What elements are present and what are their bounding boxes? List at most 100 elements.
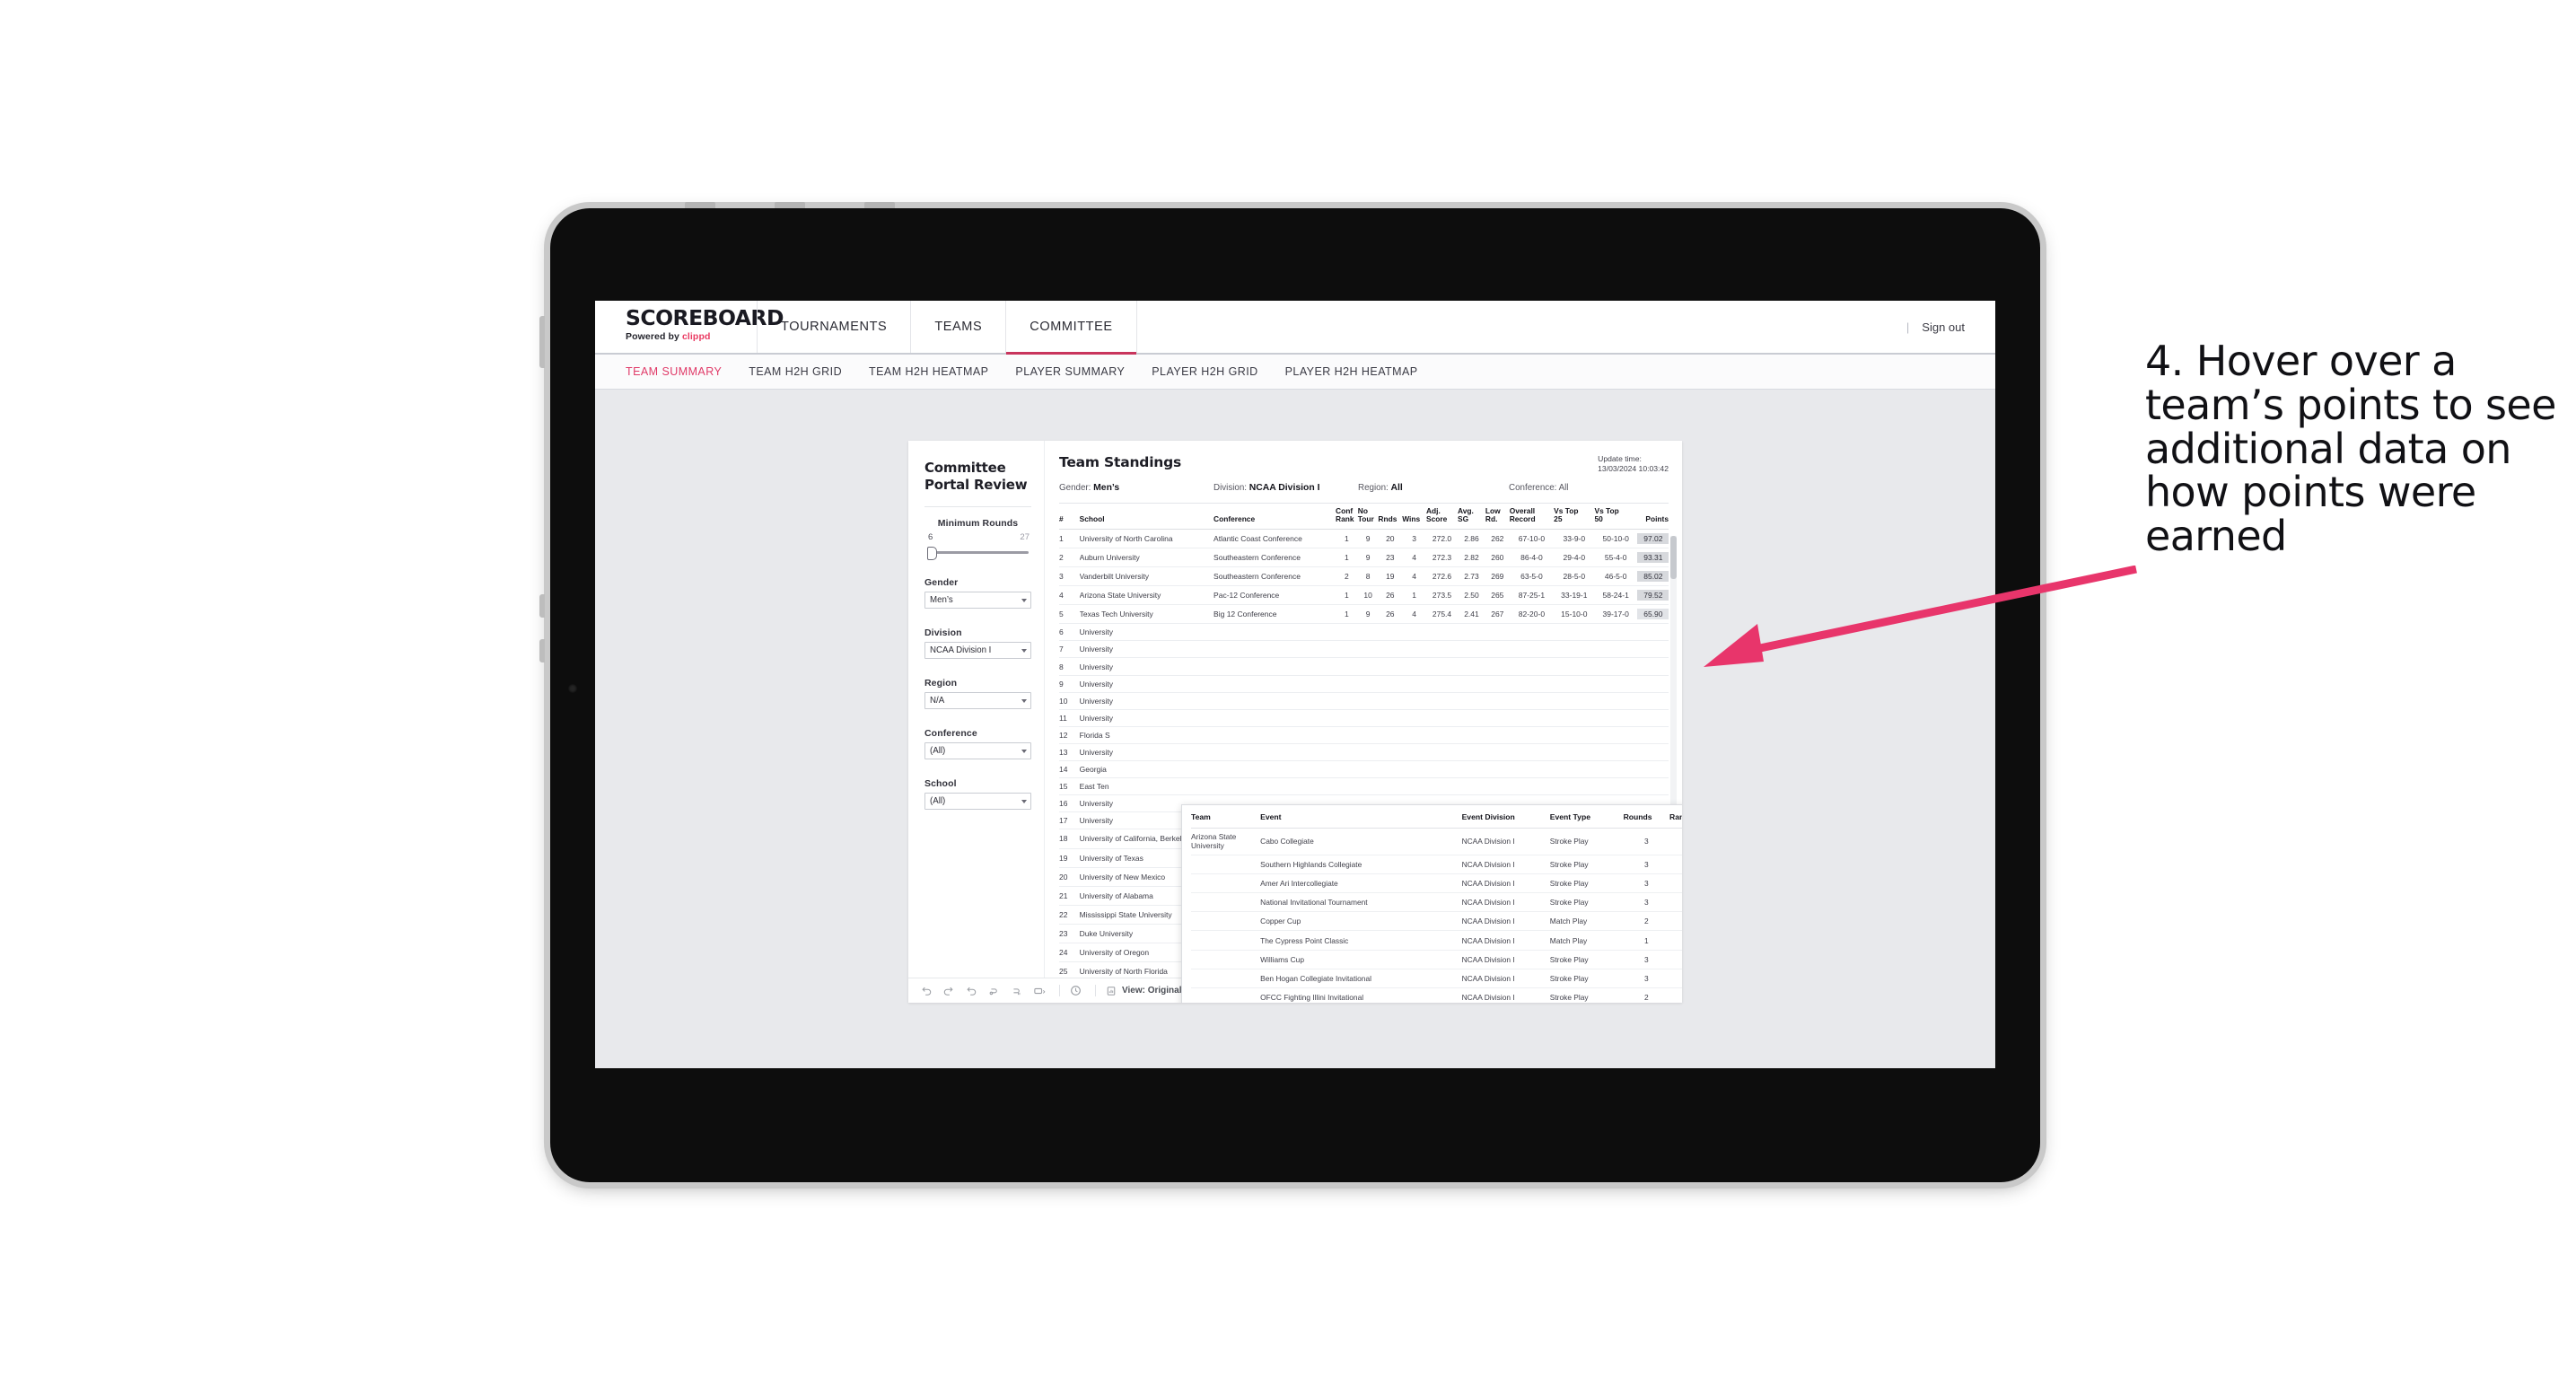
workspace: Committee Portal Review Minimum Rounds 6… xyxy=(595,390,1995,1068)
tooltip-cell-type: Stroke Play xyxy=(1549,855,1624,874)
col-low-rd[interactable]: Low Rd. xyxy=(1485,504,1510,530)
cell-points[interactable] xyxy=(1636,726,1669,744)
cell-rnds xyxy=(1378,675,1403,693)
logo-brand: clippd xyxy=(681,331,711,342)
col-vs-top-25[interactable]: Vs Top 25 xyxy=(1554,504,1595,530)
table-row[interactable]: 3 Vanderbilt University Southeastern Confe… xyxy=(1059,566,1669,587)
tooltip-row: OFCC Fighting Illini Invitational NCAA Di… xyxy=(1191,987,1682,1003)
table-row[interactable]: 14 Georgia xyxy=(1059,760,1669,779)
cell-conf xyxy=(1214,777,1336,796)
cell-wins xyxy=(1402,760,1426,779)
cell-points[interactable]: 85.02 xyxy=(1636,566,1669,587)
col-rank[interactable]: # xyxy=(1059,504,1080,530)
criteria-row: Gender: Men’s Division: NCAA Division I … xyxy=(1059,483,1669,493)
tooltip-cell-division: NCAA Division I xyxy=(1461,892,1550,913)
slider-handle[interactable] xyxy=(927,547,937,560)
cell-points[interactable]: 97.02 xyxy=(1636,529,1669,548)
tooltip-cell-team xyxy=(1191,892,1261,913)
cell-points[interactable] xyxy=(1636,675,1669,693)
table-scrollbar-thumb[interactable] xyxy=(1670,536,1677,579)
cell-points[interactable] xyxy=(1636,777,1669,796)
table-row[interactable]: 6 University xyxy=(1059,623,1669,642)
col-conference[interactable]: Conference xyxy=(1214,504,1336,530)
subtab-team-summary[interactable]: TEAM SUMMARY xyxy=(626,365,722,378)
view-original-button[interactable]: View: Original xyxy=(1106,986,1182,996)
cell-school: University xyxy=(1079,709,1214,727)
app-logo[interactable]: SCOREBOARD Powered by clippd xyxy=(595,301,784,353)
cell-rnds xyxy=(1378,760,1403,779)
cell-points[interactable]: 65.90 xyxy=(1636,604,1669,625)
cell-points[interactable] xyxy=(1636,657,1669,676)
cell-points[interactable] xyxy=(1636,623,1669,642)
division-select[interactable]: NCAA Division I xyxy=(924,642,1031,659)
device-layout-icon[interactable] xyxy=(1033,986,1046,996)
refresh-icon[interactable] xyxy=(988,986,999,996)
cell-points[interactable] xyxy=(1636,709,1669,727)
cell-t25: 33-9-0 xyxy=(1554,529,1595,548)
table-row[interactable]: 9 University xyxy=(1059,675,1669,693)
table-row[interactable]: 12 Florida S xyxy=(1059,726,1669,744)
table-row[interactable]: 15 East Ten xyxy=(1059,777,1669,796)
cell-low xyxy=(1485,760,1510,779)
page-title: Team Standings xyxy=(1059,454,1182,470)
cell-points[interactable]: 93.31 xyxy=(1636,548,1669,568)
col-avg-sg[interactable]: Avg. SG xyxy=(1458,504,1485,530)
region-select[interactable]: N/A xyxy=(924,692,1031,709)
table-row[interactable]: 4 Arizona State University Pac-12 Conferen… xyxy=(1059,585,1669,606)
sign-out-link[interactable]: Sign out xyxy=(1922,320,1965,334)
conference-select[interactable]: (All) xyxy=(924,742,1031,759)
table-row[interactable]: 10 University xyxy=(1059,692,1669,710)
col-rounds[interactable]: Rnds xyxy=(1378,504,1403,530)
cell-points[interactable]: 79.52 xyxy=(1636,585,1669,606)
cell-low xyxy=(1485,623,1510,642)
undo-icon[interactable] xyxy=(921,986,932,996)
standings-header: Team Standings Update time: 13/03/2024 1… xyxy=(1059,454,1669,474)
subtab-player-h2h-heatmap[interactable]: PLAYER H2H HEATMAP xyxy=(1285,365,1418,378)
table-row[interactable]: 2 Auburn University Southeastern Conferenc… xyxy=(1059,548,1669,568)
table-row[interactable]: 8 University xyxy=(1059,657,1669,676)
col-vs-top-50[interactable]: Vs Top 50 xyxy=(1594,504,1637,530)
pause-auto-updates-icon[interactable] xyxy=(1011,986,1021,996)
subtab-player-summary[interactable]: PLAYER SUMMARY xyxy=(1015,365,1125,378)
col-school[interactable]: School xyxy=(1079,504,1214,530)
col-wins[interactable]: Wins xyxy=(1402,504,1426,530)
cell-t25 xyxy=(1554,623,1595,642)
table-row[interactable]: 1 University of North Carolina Atlantic Co… xyxy=(1059,529,1669,548)
redo-icon[interactable] xyxy=(943,986,954,996)
col-overall-record[interactable]: Overall Record xyxy=(1509,504,1555,530)
update-time-label: Update time: xyxy=(1598,454,1642,463)
cell-school: University xyxy=(1079,692,1214,710)
revert-icon[interactable] xyxy=(966,986,977,996)
table-row[interactable]: 13 University xyxy=(1059,743,1669,762)
cell-t50: 55-4-0 xyxy=(1594,548,1637,568)
cell-points[interactable] xyxy=(1636,743,1669,762)
table-row[interactable]: 5 Texas Tech University Big 12 Conference 1… xyxy=(1059,604,1669,625)
subtab-team-h2h-heatmap[interactable]: TEAM H2H HEATMAP xyxy=(869,365,988,378)
cell-adj xyxy=(1425,709,1459,727)
cell-sg: 2.50 xyxy=(1458,585,1485,606)
history-icon[interactable] xyxy=(1070,985,1082,996)
cell-points[interactable] xyxy=(1636,760,1669,779)
col-adj-score[interactable]: Adj. Score xyxy=(1425,504,1459,530)
cell-notour xyxy=(1357,709,1379,727)
conference-label: Conference xyxy=(924,728,977,739)
cell-conf xyxy=(1214,743,1336,762)
minimum-rounds-slider[interactable] xyxy=(927,546,1029,560)
table-row[interactable]: 7 University xyxy=(1059,640,1669,659)
gender-select[interactable]: Men’s xyxy=(924,592,1031,609)
subtab-team-h2h-grid[interactable]: TEAM H2H GRID xyxy=(749,365,842,378)
nav-tab-tournaments[interactable]: TOURNAMENTS xyxy=(757,301,910,353)
nav-tab-committee[interactable]: COMMITTEE xyxy=(1005,301,1137,355)
tooltip-row: Copper CupNCAA Division IMatch Play2+ 14… xyxy=(1191,911,1682,932)
criteria-region: Region: All xyxy=(1358,483,1509,493)
nav-tab-teams[interactable]: TEAMS xyxy=(910,301,1005,353)
col-points[interactable]: Points xyxy=(1636,504,1669,530)
col-conf-rank[interactable]: Conf Rank xyxy=(1336,504,1358,530)
cell-points[interactable] xyxy=(1636,640,1669,659)
table-row[interactable]: 11 University xyxy=(1059,709,1669,727)
cell-rank: 6 xyxy=(1059,623,1080,642)
col-no-tour[interactable]: No Tour xyxy=(1357,504,1379,530)
school-select[interactable]: (All) xyxy=(924,793,1031,810)
subtab-player-h2h-grid[interactable]: PLAYER H2H GRID xyxy=(1152,365,1257,378)
cell-points[interactable] xyxy=(1636,692,1669,710)
